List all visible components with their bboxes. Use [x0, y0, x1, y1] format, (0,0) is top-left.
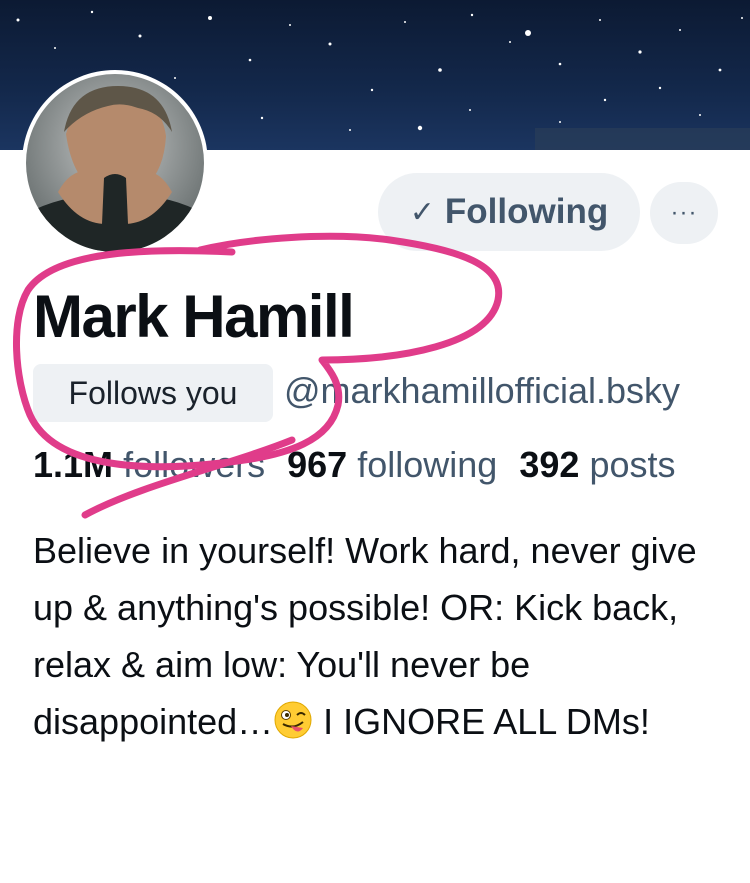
winking-face-with-tongue-emoji: [274, 701, 312, 739]
more-options-button[interactable]: ···: [650, 182, 718, 244]
following-link[interactable]: 967 following: [287, 444, 497, 485]
following-button-label: Following: [444, 192, 609, 231]
avatar[interactable]: [26, 74, 204, 252]
ellipsis-icon: ···: [670, 199, 698, 226]
following-label: following: [357, 444, 498, 485]
display-name: Mark Hamill: [33, 283, 355, 350]
follows-you-badge: Follows you: [33, 364, 273, 422]
profile-bio: Believe in yourself! Work hard, never gi…: [33, 522, 733, 750]
bio-text-part2: I IGNORE ALL DMs!: [313, 701, 650, 742]
posts-count: 392: [519, 444, 580, 485]
handle: @markhamillofficial.bsky: [284, 370, 680, 411]
posts-link[interactable]: 392 posts: [519, 444, 675, 485]
followers-label: followers: [123, 444, 266, 485]
followers-link[interactable]: 1.1M followers: [33, 444, 265, 485]
profile-stats: 1.1M followers 967 following 392 posts: [33, 444, 675, 486]
check-icon: ✓: [409, 195, 435, 229]
followers-count: 1.1M: [33, 444, 114, 485]
following-button[interactable]: ✓ Following: [378, 173, 640, 251]
following-count: 967: [287, 444, 348, 485]
posts-label: posts: [589, 444, 676, 485]
avatar-frame: [22, 70, 208, 256]
